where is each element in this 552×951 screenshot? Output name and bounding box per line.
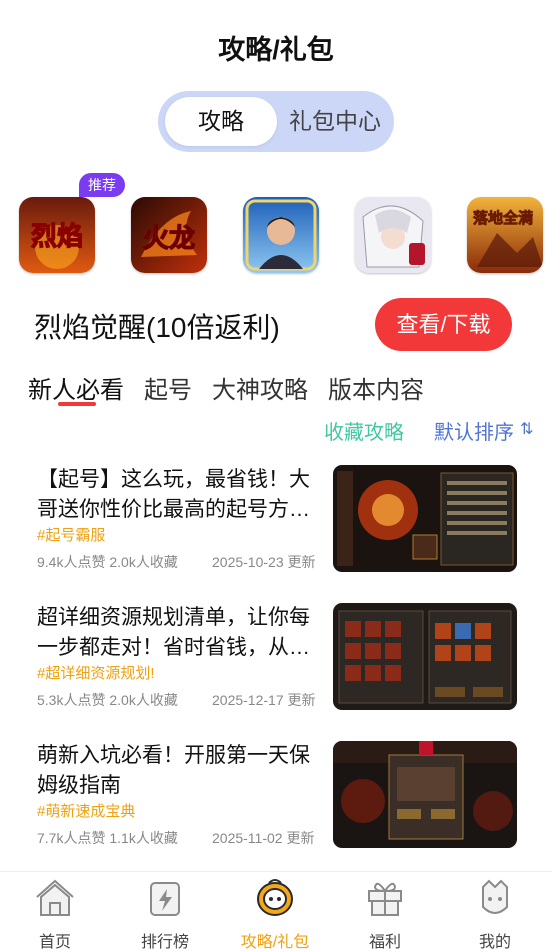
article-tag[interactable]: #萌新速成宝典 bbox=[37, 800, 135, 821]
nav-item-home[interactable]: 首页 bbox=[0, 872, 110, 951]
guide-gift-segmented-control: 攻略 礼包中心 bbox=[158, 91, 394, 152]
article-date: 2025-11-02 更新 bbox=[212, 830, 315, 846]
article-thumbnail[interactable] bbox=[333, 741, 517, 848]
game-icon-huolong[interactable]: 火龙 bbox=[131, 197, 207, 273]
nav-label: 首页 bbox=[38, 934, 71, 951]
list-item[interactable]: 萌新入坑必看！开服第一天保姆级指南 #萌新速成宝典 7.7k人点赞 1.1k人收… bbox=[0, 741, 552, 853]
active-tab-indicator bbox=[58, 402, 96, 406]
game-item-luodi[interactable]: 落地全满 bbox=[464, 180, 552, 273]
article-stats: 9.4k人点赞 2.0k人收藏 bbox=[37, 554, 178, 570]
list-item[interactable]: 超详细资源规划清单，让你每一步都走对！省时省钱，从… #超详细资源规划! 5.3… bbox=[0, 603, 552, 715]
article-title[interactable]: 萌新入坑必看！开服第一天保姆级指南 bbox=[37, 741, 322, 801]
nav-label: 我的 bbox=[478, 934, 511, 951]
nav-item-profile[interactable]: 我的 bbox=[440, 872, 550, 951]
sort-arrows-icon[interactable]: ⇅ bbox=[520, 419, 533, 439]
ranking-icon bbox=[150, 882, 180, 916]
view-download-button[interactable]: 查看/下载 bbox=[375, 298, 512, 351]
guide-gift-icon bbox=[257, 879, 293, 916]
article-tag[interactable]: #超详细资源规划! bbox=[37, 662, 155, 683]
tab-version-content[interactable]: 版本内容 bbox=[328, 370, 424, 405]
nav-label: 排行榜 bbox=[140, 934, 189, 951]
game-icon-liehuo[interactable]: 烈焰 bbox=[19, 197, 95, 273]
selected-game-name: 烈焰觉醒(10倍返利) bbox=[34, 312, 280, 343]
game-item-portrait[interactable] bbox=[240, 180, 330, 273]
game-icon-portrait[interactable] bbox=[243, 197, 319, 273]
nav-label: 攻略/礼包 bbox=[240, 934, 310, 951]
tab-account-start[interactable]: 起号 bbox=[144, 370, 192, 405]
article-title[interactable]: 超详细资源规划清单，让你每一步都走对！省时省钱，从… bbox=[37, 603, 322, 663]
article-thumbnail[interactable] bbox=[333, 603, 517, 710]
game-icon-text: 落地全满 bbox=[473, 209, 533, 227]
nav-label: 福利 bbox=[368, 934, 401, 951]
favorite-guides-button[interactable]: 收藏攻略 bbox=[324, 416, 404, 445]
game-icon-text: 烈焰 bbox=[31, 222, 83, 252]
nav-item-ranking[interactable]: 排行榜 bbox=[110, 872, 220, 951]
profile-icon bbox=[482, 879, 508, 914]
article-stats: 7.7k人点赞 1.1k人收藏 bbox=[37, 830, 178, 846]
tab-expert-guides[interactable]: 大神攻略 bbox=[212, 370, 308, 405]
article-date: 2025-12-17 更新 bbox=[212, 692, 316, 708]
recommended-badge: 推荐 bbox=[79, 173, 125, 197]
nav-item-welfare[interactable]: 福利 bbox=[330, 872, 440, 951]
home-icon bbox=[36, 879, 74, 916]
nav-item-guide-gift[interactable]: 攻略/礼包 bbox=[220, 872, 330, 951]
article-thumbnail[interactable] bbox=[333, 465, 517, 572]
article-tag[interactable]: #起号霸服 bbox=[37, 524, 105, 545]
article-date: 2025-10-23 更新 bbox=[212, 554, 316, 570]
gift-box-icon bbox=[368, 882, 402, 916]
page-title: 攻略/礼包 bbox=[218, 35, 334, 65]
game-item-huolong[interactable]: 火龙 bbox=[128, 180, 218, 273]
segment-guides[interactable]: 攻略 bbox=[165, 97, 277, 146]
article-stats: 5.3k人点赞 2.0k人收藏 bbox=[37, 692, 178, 708]
tab-newbie[interactable]: 新人必看 bbox=[28, 370, 124, 405]
game-icon-luodi[interactable]: 落地全满 bbox=[467, 197, 543, 273]
list-item[interactable]: 【起号】这么玩，最省钱！大哥送你性价比最高的起号方… #起号霸服 9.4k人点赞… bbox=[0, 465, 552, 577]
game-icon-text: 火龙 bbox=[143, 224, 195, 254]
article-title[interactable]: 【起号】这么玩，最省钱！大哥送你性价比最高的起号方… bbox=[37, 465, 322, 525]
segment-gift-center[interactable]: 礼包中心 bbox=[280, 97, 390, 146]
bottom-navigation: 首页 排行榜 攻略/礼包 福利 我的 bbox=[0, 871, 552, 951]
sort-dropdown[interactable]: 默认排序 bbox=[434, 416, 514, 445]
game-item-anime[interactable] bbox=[352, 180, 442, 273]
game-icon-anime[interactable] bbox=[355, 197, 431, 273]
